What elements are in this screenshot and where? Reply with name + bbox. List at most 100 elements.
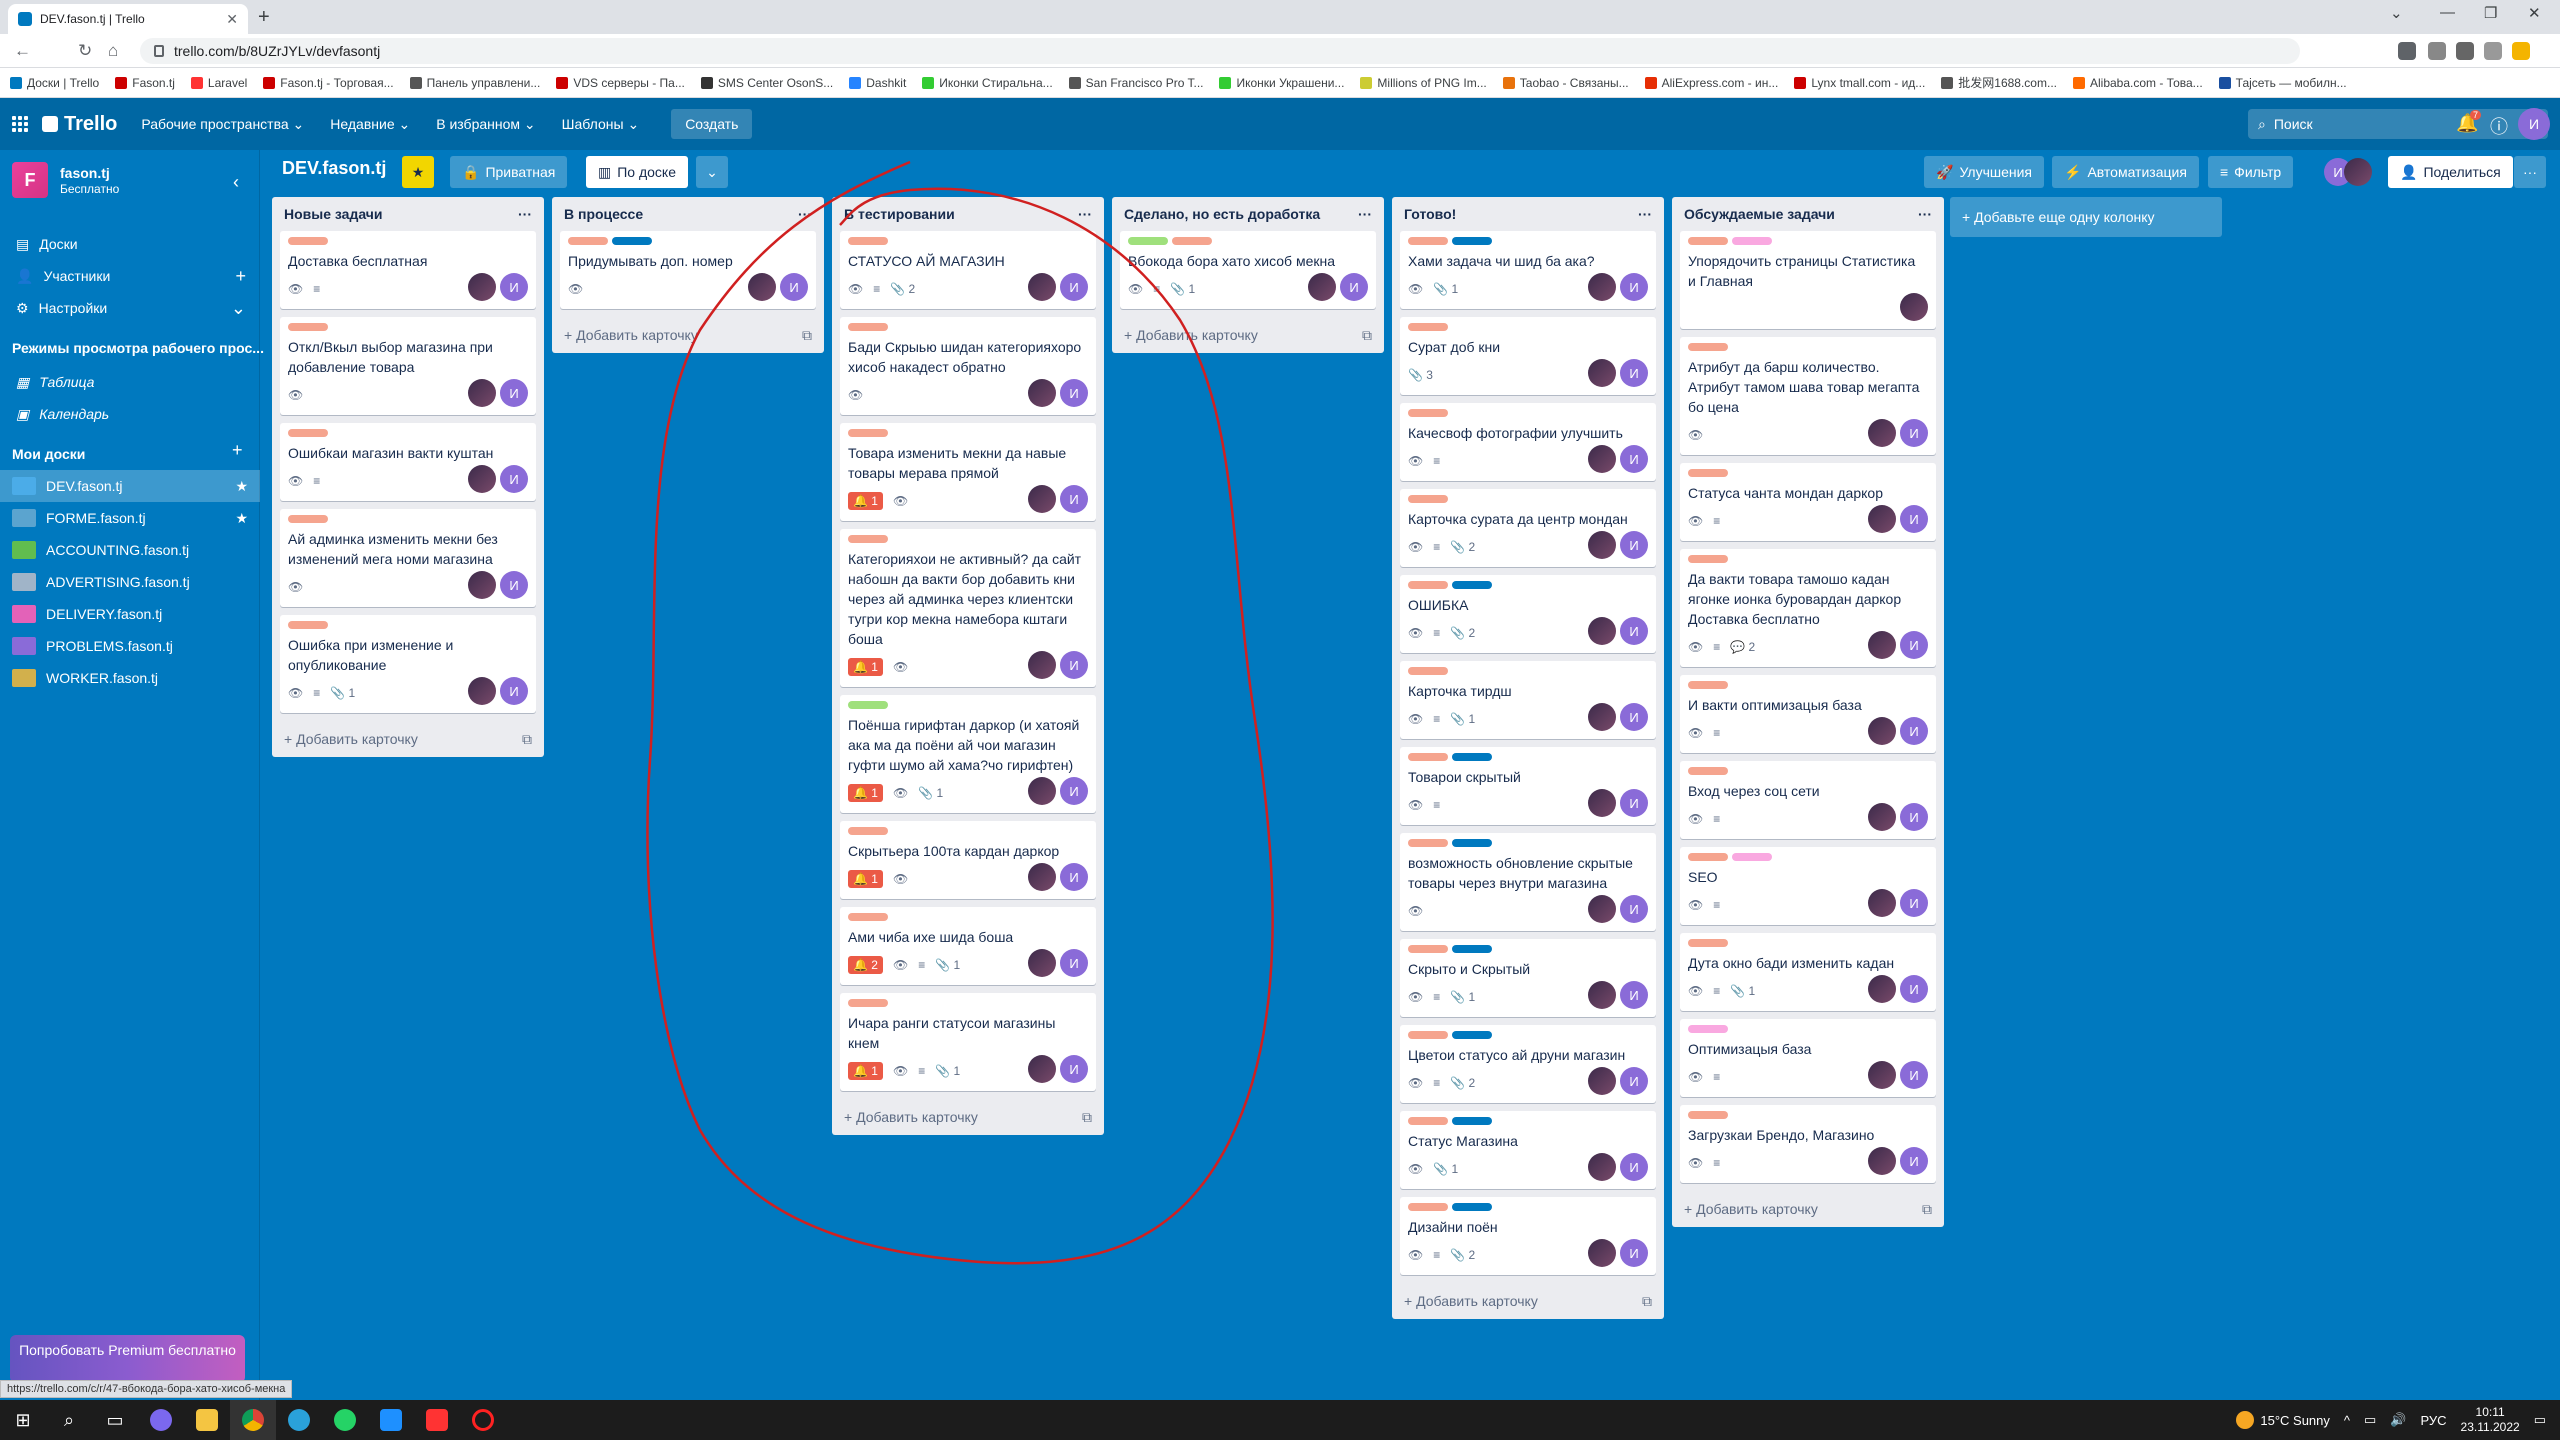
member-avatar[interactable] [1868, 631, 1896, 659]
bookmark-item[interactable]: Fason.tj - Торговая... [263, 76, 394, 90]
home-icon[interactable]: ⌂ [108, 41, 118, 61]
bookmark-item[interactable]: Millions of PNG Im... [1360, 76, 1487, 90]
sidebar-board-item[interactable]: DELIVERY.fason.tj [0, 598, 260, 630]
card-label[interactable] [1452, 1117, 1492, 1125]
bookmark-item[interactable]: Иконки Стиральна... [922, 76, 1053, 90]
add-member-icon[interactable]: + [235, 266, 246, 287]
card-label[interactable] [1172, 237, 1212, 245]
card[interactable]: Да вакти товара тамошо кадан ягонке ионк… [1680, 549, 1936, 667]
board-title[interactable]: DEV.fason.tj [282, 158, 386, 179]
member-avatar[interactable] [1588, 1239, 1616, 1267]
card-label[interactable] [1128, 237, 1168, 245]
member-avatar[interactable] [748, 273, 776, 301]
card-label[interactable] [848, 701, 888, 709]
bookmark-item[interactable]: Fason.tj [115, 76, 175, 90]
card-label[interactable] [1688, 555, 1728, 563]
card-label[interactable] [1688, 469, 1728, 477]
windows-start-icon[interactable]: ⊞ [0, 1400, 46, 1440]
member-avatar[interactable] [1028, 651, 1056, 679]
list-menu-icon[interactable]: ··· [798, 206, 812, 222]
bookmark-item[interactable]: AliExpress.com - ин... [1644, 76, 1778, 90]
bookmark-item[interactable]: Lynx tmall.com - ид... [1794, 76, 1925, 90]
template-icon[interactable]: ⧉ [1082, 1109, 1092, 1126]
list-menu-icon[interactable]: ··· [1358, 206, 1372, 222]
member-avatar[interactable]: И [1620, 1239, 1648, 1267]
card[interactable]: Вход через соц сети 👁 ≡ И [1680, 761, 1936, 839]
member-avatar[interactable]: И [1060, 777, 1088, 805]
bookmark-item[interactable]: Доски | Trello [10, 76, 99, 90]
member-avatar[interactable] [1028, 863, 1056, 891]
reload-icon[interactable]: ↻ [78, 41, 92, 61]
member-avatar[interactable]: И [500, 571, 528, 599]
template-icon[interactable]: ⧉ [1362, 327, 1372, 344]
card[interactable]: возможность обновление скрытые товары че… [1400, 833, 1656, 931]
bookmark-item[interactable]: Тајсеть — мобилн... [2218, 76, 2347, 90]
list-title[interactable]: В процессе [564, 206, 643, 222]
trello-logo[interactable]: Trello [42, 113, 117, 136]
sidebar-board-item[interactable]: FORME.fason.tj ★ [0, 502, 260, 534]
list-menu-icon[interactable]: ··· [1638, 206, 1652, 222]
list-header[interactable]: Готово! ··· [1392, 197, 1664, 231]
member-avatar[interactable]: И [1900, 505, 1928, 533]
sidebar-board-item[interactable]: PROBLEMS.fason.tj [0, 630, 260, 662]
app-icon[interactable] [138, 1400, 184, 1440]
user-avatar[interactable]: И [2518, 108, 2550, 140]
card[interactable]: SEO 👁 ≡ И [1680, 847, 1936, 925]
member-avatar[interactable]: И [1900, 419, 1928, 447]
card-label[interactable] [612, 237, 652, 245]
card[interactable]: ОШИБКА 👁 ≡ 📎 2 И [1400, 575, 1656, 653]
notifications-icon[interactable]: ▭ [2534, 1412, 2546, 1428]
card-label[interactable] [1408, 1031, 1448, 1039]
member-avatar[interactable]: И [1900, 1061, 1928, 1089]
card[interactable]: Ошибкаи магазин вакти куштан 👁 ≡ И [280, 423, 536, 501]
add-board-icon[interactable]: + [232, 440, 243, 461]
card[interactable]: И вакти оптимизацыя база 👁 ≡ И [1680, 675, 1936, 753]
card-label[interactable] [288, 323, 328, 331]
minimize-window-button[interactable]: — [2440, 4, 2455, 21]
list-title[interactable]: Сделано, но есть доработка [1124, 206, 1320, 222]
list-header[interactable]: В процессе ··· [552, 197, 824, 231]
member-avatar[interactable] [1588, 445, 1616, 473]
card-label[interactable] [1688, 939, 1728, 947]
board-menu-icon[interactable]: ··· [2514, 156, 2546, 188]
card-label[interactable] [568, 237, 608, 245]
template-icon[interactable]: ⧉ [1642, 1293, 1652, 1310]
member-avatar[interactable] [1028, 949, 1056, 977]
automation-button[interactable]: ⚡ Автоматизация [2052, 156, 2199, 188]
member-avatar[interactable]: И [1620, 617, 1648, 645]
back-arrow-icon[interactable]: ← [14, 41, 31, 61]
member-avatar[interactable]: И [500, 465, 528, 493]
member-avatar[interactable] [1028, 777, 1056, 805]
telegram-icon[interactable] [276, 1400, 322, 1440]
card[interactable]: Доставка бесплатная 👁 ≡ И [280, 231, 536, 309]
add-card-button[interactable]: + Добавить карточку ⧉ [272, 721, 544, 757]
card-label[interactable] [1452, 1031, 1492, 1039]
url-field[interactable]: trello.com/b/8UZrJYLv/devfasontj [140, 38, 2300, 64]
bookmark-item[interactable]: VDS серверы - Па... [556, 76, 685, 90]
app-icon[interactable] [368, 1400, 414, 1440]
member-avatar[interactable]: И [1900, 631, 1928, 659]
card[interactable]: Хами задача чи шид ба ака? 👁 📎 1 И [1400, 231, 1656, 309]
template-icon[interactable]: ⧉ [522, 731, 532, 748]
card-label[interactable] [1408, 1117, 1448, 1125]
member-avatar[interactable]: И [1060, 949, 1088, 977]
card-label[interactable] [288, 429, 328, 437]
bookmark-item[interactable]: San Francisco Pro T... [1068, 76, 1203, 90]
menu-workspaces[interactable]: Рабочие пространства ⌄ [141, 116, 304, 133]
language-indicator[interactable]: РУС [2420, 1413, 2446, 1428]
card[interactable]: Поёнша гирифтан даркор (и хатояй ака ма … [840, 695, 1096, 813]
yandex-browser-icon[interactable] [414, 1400, 460, 1440]
member-avatar[interactable]: И [1060, 273, 1088, 301]
card-label[interactable] [1408, 581, 1448, 589]
add-list-button[interactable]: + Добавьте еще одну колонку [1950, 197, 2222, 237]
card[interactable]: Качесвоф фотографии улучшить 👁 ≡ И [1400, 403, 1656, 481]
tab-search-chevron-icon[interactable]: ⌄ [2390, 4, 2403, 22]
list-header[interactable]: В тестировании ··· [832, 197, 1104, 231]
member-avatar[interactable]: И [1900, 975, 1928, 1003]
opera-icon[interactable] [460, 1400, 506, 1440]
volume-icon[interactable]: 🔊 [2390, 1412, 2406, 1428]
member-avatar[interactable] [1588, 703, 1616, 731]
card[interactable]: Ами чиба ихе шида боша 🔔 2 👁 ≡ 📎 1 И [840, 907, 1096, 985]
card-label[interactable] [1688, 767, 1728, 775]
card[interactable]: Карточка тирдш 👁 ≡ 📎 1 И [1400, 661, 1656, 739]
